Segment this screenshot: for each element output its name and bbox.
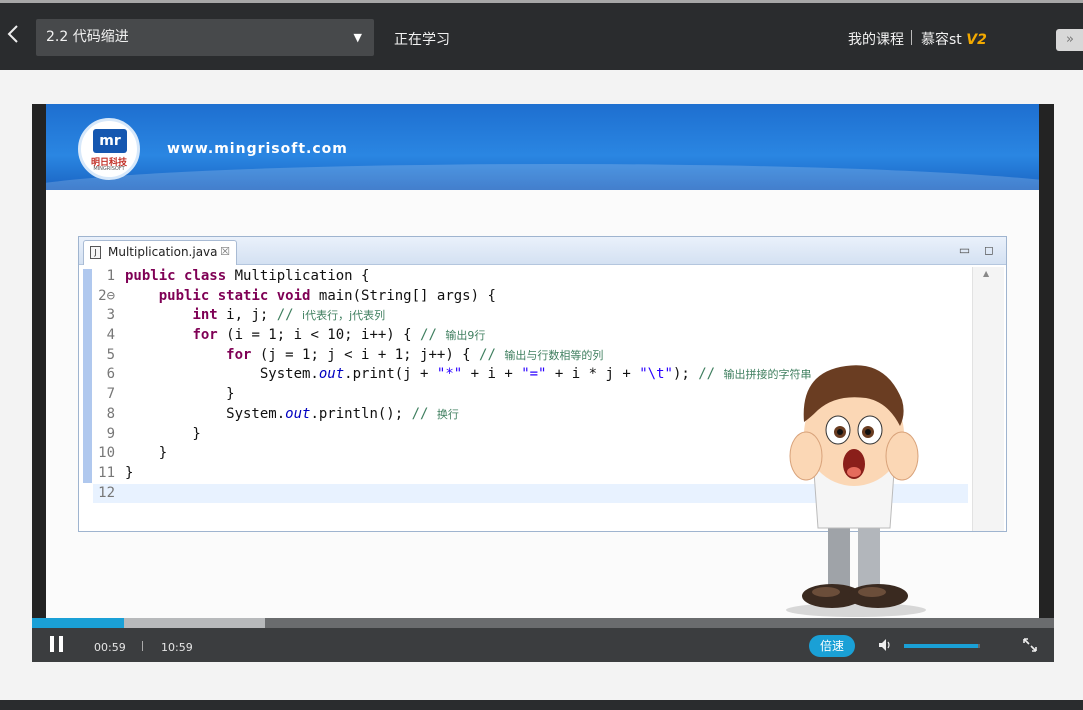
- speed-button[interactable]: 倍速: [809, 635, 855, 657]
- volume-level: [904, 644, 979, 648]
- logo-mark: mr: [93, 129, 127, 153]
- editor-scrollbar: ▲: [972, 267, 1004, 531]
- code-text: }: [125, 445, 168, 462]
- mingrisoft-logo: mr 明日科技 MINGRISOFT: [78, 118, 140, 180]
- chevron-left-icon[interactable]: [6, 23, 22, 45]
- range-indicator: [83, 269, 92, 483]
- bottom-bar: [0, 700, 1083, 710]
- lesson-select-value: 2.2 代码缩进: [46, 29, 129, 45]
- editor-tab: J Multiplication.java ☒: [83, 240, 237, 265]
- learning-status: 正在学习: [394, 32, 450, 48]
- line-number: 3: [106, 307, 115, 324]
- line-number: 5: [106, 346, 115, 363]
- java-file-icon: J: [90, 246, 101, 259]
- maximize-icon: ◻: [984, 243, 994, 257]
- logo-en: MINGRISOFT: [93, 166, 125, 172]
- seek-bar[interactable]: [32, 618, 1054, 628]
- duration: 10:59: [161, 641, 193, 654]
- code-text: System.out.println(); // 换行: [125, 405, 459, 422]
- top-bar: 2.2 代码缩进 ▼ 正在学习 我的课程 慕容st V2 »: [0, 0, 1083, 70]
- slide-banner: mr 明日科技 MINGRISOFT www.mingrisoft.com: [46, 104, 1039, 224]
- line-number: 9: [106, 425, 115, 442]
- pause-icon[interactable]: [50, 636, 64, 652]
- minimize-icon: ▭: [958, 243, 971, 257]
- code-text: for (j = 1; j < i + 1; j++) { // 输出与行数相等…: [226, 346, 604, 363]
- control-bar: 00:59 10:59 倍速: [32, 628, 1054, 662]
- cartoon-boy: [786, 365, 926, 617]
- expand-button[interactable]: »: [1056, 29, 1083, 51]
- lesson-select[interactable]: 2.2 代码缩进 ▼: [36, 19, 374, 56]
- volume-icon[interactable]: [877, 637, 893, 653]
- site-url: www.mingrisoft.com: [167, 141, 348, 157]
- code-text: }: [125, 464, 134, 481]
- code-text: int i, j; // i代表行，j代表列: [192, 307, 386, 324]
- user-menu[interactable]: 慕容st V2: [921, 29, 987, 49]
- line-number: 2⊖: [98, 287, 115, 304]
- line-number: 10: [98, 445, 115, 462]
- played-bar: [32, 618, 124, 628]
- code-text: for (i = 1; i < 10; i++) { // 输出9行: [192, 327, 486, 344]
- username: 慕容st: [921, 32, 962, 48]
- code-text: public class Multiplication {: [125, 268, 370, 284]
- line-number: 1: [106, 268, 115, 284]
- code-text: public static void main(String[] args) {: [158, 287, 496, 304]
- line-number: 12: [98, 484, 115, 501]
- code-text: System.out.print(j + "*" + i + "=" + i *…: [125, 366, 812, 383]
- editor-tab-bar: J Multiplication.java ☒ ▭ ◻: [79, 237, 1006, 265]
- caret-down-icon: ▼: [353, 31, 362, 44]
- code-line: 4 for (i = 1; i < 10; i++) { // 输出9行: [93, 326, 968, 346]
- divider: [911, 30, 912, 45]
- code-text: }: [125, 386, 235, 403]
- vip-badge: V2: [966, 32, 987, 48]
- code-line: 2⊖ public static void main(String[] args…: [93, 287, 968, 307]
- close-icon: ☒: [220, 245, 230, 258]
- volume-slider[interactable]: [904, 644, 980, 648]
- editor-tab-label: Multiplication.java: [108, 245, 218, 259]
- video-frame: mr 明日科技 MINGRISOFT www.mingrisoft.com J …: [46, 104, 1039, 618]
- code-line: 3 int i, j; // i代表行，j代表列: [93, 306, 968, 326]
- line-number: 11: [98, 464, 115, 481]
- line-number: 4: [106, 327, 115, 344]
- line-number: 7: [106, 386, 115, 403]
- line-number: 8: [106, 405, 115, 422]
- code-line: 1 public class Multiplication {: [93, 267, 968, 287]
- video-player[interactable]: mr 明日科技 MINGRISOFT www.mingrisoft.com J …: [32, 104, 1054, 662]
- time-separator: [142, 641, 143, 651]
- fullscreen-icon[interactable]: [1022, 637, 1038, 653]
- line-number: 6: [106, 366, 115, 383]
- code-text: }: [125, 425, 201, 442]
- current-time: 00:59: [94, 641, 126, 654]
- my-courses-link[interactable]: 我的课程: [848, 29, 904, 49]
